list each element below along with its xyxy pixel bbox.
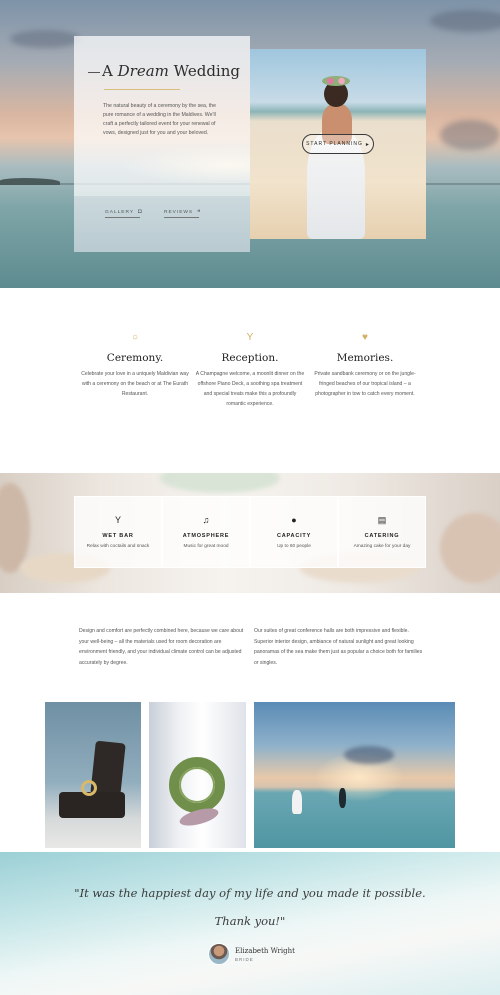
service-ceremony: ○ Ceremony. Celebrate your love in a uni… (80, 332, 190, 399)
amenity-title: CATERING (364, 533, 400, 539)
amenities-row: Y WET BAR Relax with coctails and snack … (74, 496, 426, 568)
amenity-subtitle: Relax with coctails and snack (86, 544, 150, 549)
flower-crown (322, 76, 350, 86)
title-underline (104, 89, 180, 90)
gallery-ring-photo[interactable] (45, 702, 141, 848)
start-planning-label: START PLANNING (306, 141, 363, 147)
reviews-underline (164, 217, 199, 218)
hero-card: A Dream Wedding The natural beauty of a … (74, 36, 250, 252)
island-shape (0, 178, 60, 185)
service-title: Ceremony. (106, 352, 164, 364)
amenity-subtitle: Music for great mood (183, 544, 229, 549)
amenity-capacity: ● CAPACITY Up to 60 people (250, 496, 338, 568)
cocktail-icon: Y (246, 332, 254, 343)
hero-title: A Dream Wedding (88, 62, 240, 80)
music-icon: ♫ (202, 515, 210, 525)
ring-box (59, 792, 125, 818)
gallery-beach-couple-photo[interactable] (254, 702, 455, 848)
groom-figure (339, 788, 346, 808)
service-description: Celebrate your love in a uniquely Maldiv… (81, 371, 189, 397)
title-dash (88, 71, 100, 73)
cloud-shape (10, 30, 80, 48)
decor-blob (160, 473, 280, 493)
person-icon: ● (291, 515, 297, 525)
service-reception: Y Reception. A Champagne welcome, a moon… (195, 332, 305, 409)
quote-icon: ❝ (197, 210, 202, 216)
service-title: Reception. (221, 352, 279, 364)
gallery-underline (105, 217, 140, 218)
testimonial-role: BRIDE (235, 957, 254, 962)
amenity-title: CAPACITY (276, 533, 312, 539)
avatar (208, 943, 230, 965)
cloud-shape (430, 10, 500, 32)
reviews-link[interactable]: REVIEWS ❝ (164, 209, 201, 216)
service-description: Private sandbank ceremony or on the jung… (314, 371, 416, 397)
title-italic: Dream (117, 62, 169, 80)
decor-blob (440, 513, 500, 583)
gallery-link[interactable]: GALLERY ◘ (105, 209, 143, 215)
gallery-label: GALLERY (105, 209, 135, 215)
amenity-atmosphere: ♫ ATMOSPHERE Music for great mood (162, 496, 250, 568)
cloud-shape (440, 120, 500, 150)
bride-figure (292, 790, 302, 814)
design-paragraph: Design and comfort are perfectly combine… (79, 628, 244, 666)
heart-icon: ♥ (362, 332, 368, 343)
amenity-title: ATMOSPHERE (182, 533, 230, 539)
amenity-title: WET BAR (102, 533, 134, 539)
hero-description: The natural beauty of a ceremony by the … (103, 103, 217, 136)
testimonial-quote-line1: "It was the happiest day of my life and … (74, 886, 426, 900)
ring-shape (81, 780, 97, 796)
wreath-shape (169, 757, 225, 813)
amenity-subtitle: Amazing cake for your day (353, 544, 411, 549)
service-title: Memories. (336, 352, 394, 364)
arrow-right-icon: ▸ (365, 141, 370, 148)
ring-icon: ○ (131, 332, 139, 343)
testimonial-quote-line2: Thank you!" (214, 914, 286, 928)
amenity-wet-bar: Y WET BAR Relax with coctails and snack (74, 496, 162, 568)
beach-silhouette (74, 196, 250, 252)
service-description: A Champagne welcome, a moonlit dinner on… (195, 371, 305, 407)
suites-paragraph: Our suites of great conference halls are… (254, 628, 423, 666)
amenity-catering: ▤ CATERING Amazing cake for your day (338, 496, 426, 568)
title-suffix: Wedding (173, 62, 240, 80)
cloud-shape (344, 746, 394, 764)
reviews-label: REVIEWS (164, 210, 194, 215)
cake-icon: ▤ (377, 515, 387, 525)
testimonial-author: Elizabeth Wright (235, 947, 295, 955)
amenity-subtitle: Up to 60 people (277, 544, 311, 549)
camera-icon: ◘ (138, 209, 143, 215)
cocktail-icon: Y (114, 515, 121, 525)
service-memories: ♥ Memories. Private sandbank ceremony or… (310, 332, 420, 399)
title-prefix: A (102, 62, 113, 80)
gallery-wreath-photo[interactable] (149, 702, 246, 848)
start-planning-button[interactable]: START PLANNING ▸ (302, 134, 374, 154)
